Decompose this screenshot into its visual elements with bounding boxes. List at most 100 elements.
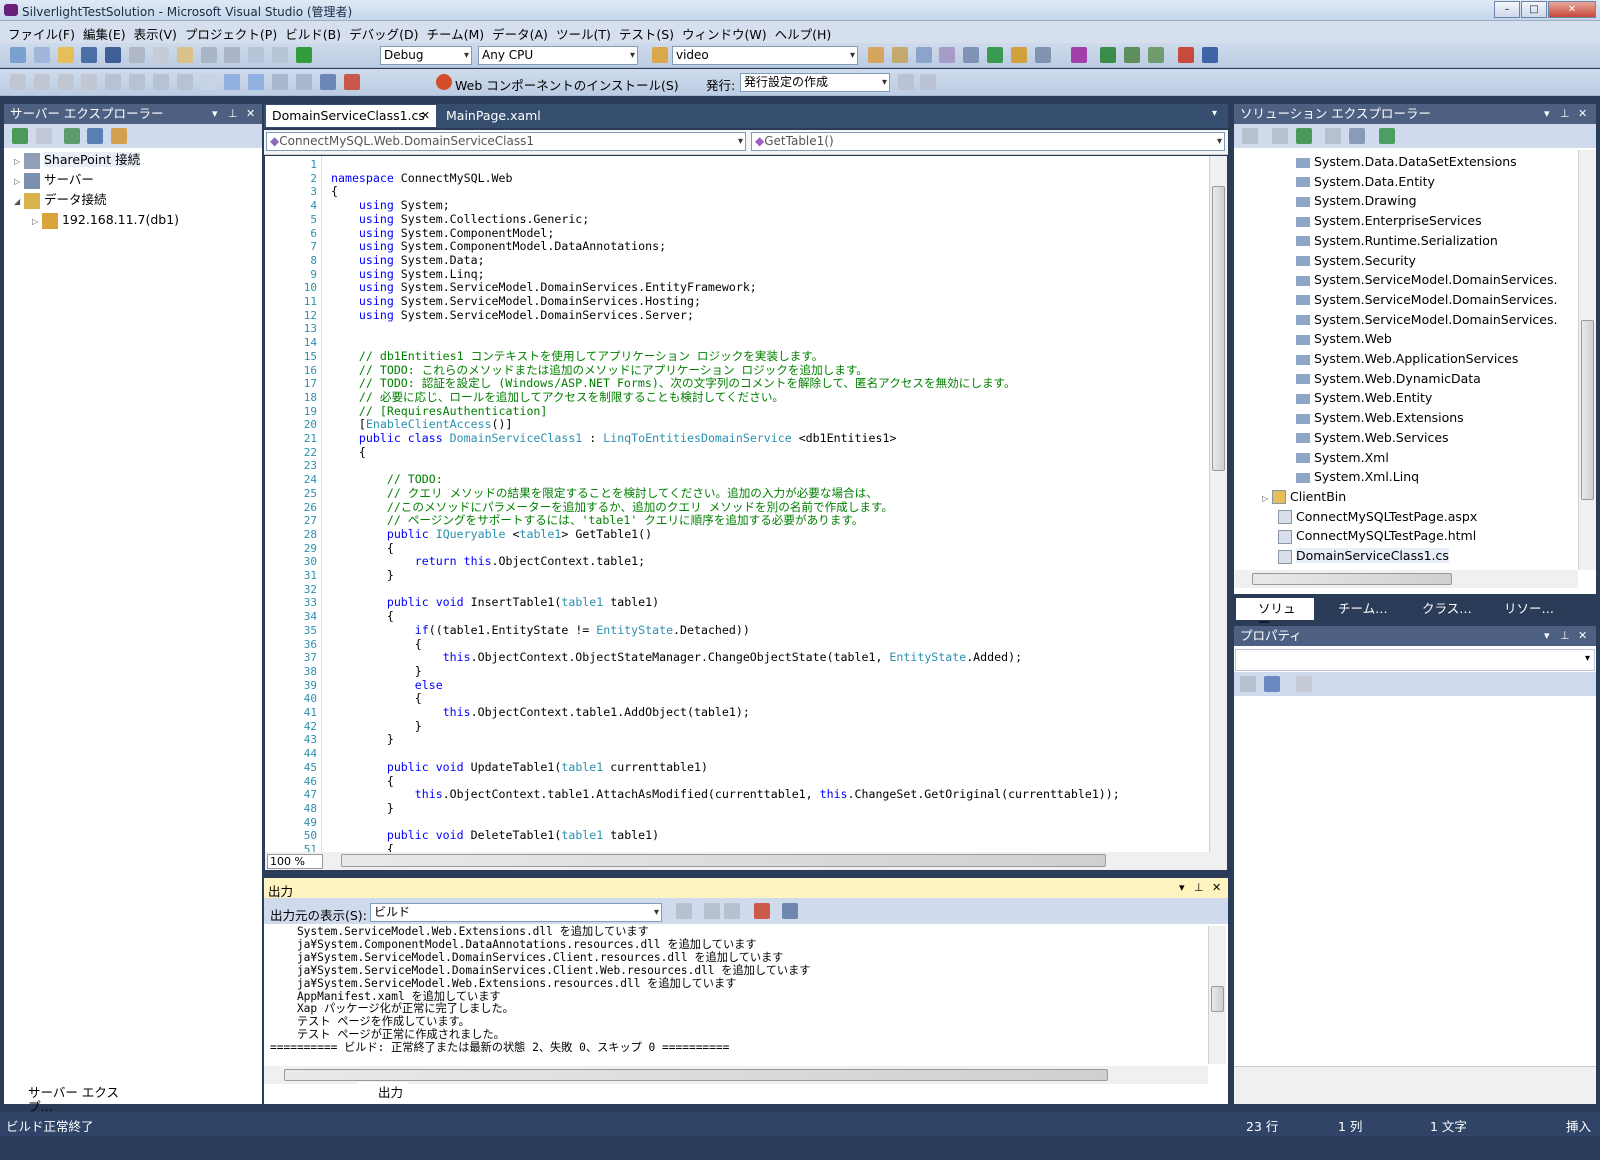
file-item[interactable]: DomainServiceClass1.cs <box>1278 548 1449 564</box>
scroll-thumb[interactable] <box>1211 986 1224 1012</box>
editor-vertical-scrollbar[interactable] <box>1209 156 1227 862</box>
close-icon[interactable]: ✕ <box>1578 107 1587 121</box>
cut-icon[interactable] <box>129 47 146 63</box>
previous-bookmark-folder-icon[interactable] <box>272 74 289 90</box>
tab-solution[interactable]: ソリュー… <box>1236 598 1314 630</box>
tab-server-explorer[interactable]: サーバー エクスプ… <box>6 1082 146 1114</box>
properties-object-combo[interactable]: ▾ <box>1235 649 1595 671</box>
tab-error-list[interactable]: エラー一覧 <box>270 1082 357 1104</box>
reference-item[interactable]: System.Data.Entity <box>1296 174 1435 190</box>
test-icon[interactable] <box>1070 47 1087 63</box>
dropdown-icon[interactable]: ▾ <box>212 107 218 121</box>
save-icon[interactable] <box>81 47 98 63</box>
alphabetical-icon[interactable] <box>1263 676 1280 692</box>
solution-config-combo[interactable]: Debug <box>380 46 472 65</box>
close-icon[interactable]: ✕ <box>1212 881 1221 894</box>
clear-all-icon[interactable] <box>754 903 770 919</box>
reference-item[interactable]: System.Web.ApplicationServices <box>1296 351 1518 367</box>
folder-item[interactable]: ▷ ClientBin <box>1262 489 1346 507</box>
new-project-icon[interactable] <box>10 47 26 63</box>
find-combo[interactable]: video <box>672 46 858 65</box>
tree-item-data-connections[interactable]: ◢ データ接続 <box>14 192 107 210</box>
maximize-button[interactable]: □ <box>1521 1 1547 18</box>
scroll-thumb[interactable] <box>1581 320 1594 500</box>
solution-horizontal-scrollbar[interactable] <box>1234 570 1578 588</box>
type-combo[interactable]: ◆ConnectMySQL.Web.DomainServiceClass1 <box>266 132 746 151</box>
start-debug-icon[interactable] <box>295 47 312 63</box>
view-designer-icon[interactable] <box>1349 128 1366 144</box>
tab-class[interactable]: クラス… <box>1402 598 1476 620</box>
reference-item[interactable]: System.Xml <box>1296 450 1389 466</box>
next-bookmark-folder-icon[interactable] <box>295 74 312 90</box>
tab-mainpage[interactable]: MainPage.xaml <box>440 105 550 127</box>
bookmark-window-icon[interactable] <box>319 74 336 90</box>
reference-item[interactable]: System.Data.DataSetExtensions <box>1296 154 1517 170</box>
file-item[interactable]: ConnectMySQLTestPage.html <box>1278 528 1476 544</box>
pin-icon[interactable]: ⊥ <box>1560 107 1570 121</box>
property-pages-icon[interactable] <box>1295 676 1312 692</box>
copy-icon[interactable] <box>152 47 169 63</box>
close-tab-icon[interactable]: ✕ <box>421 108 430 123</box>
uncomment-icon[interactable] <box>176 74 193 90</box>
scroll-thumb[interactable] <box>284 1069 1108 1081</box>
reference-item[interactable]: System.Web <box>1296 331 1392 347</box>
pin-icon[interactable]: ⊥ <box>1194 881 1204 894</box>
minimize-button[interactable]: – <box>1494 1 1520 18</box>
save-all-icon[interactable] <box>105 47 122 63</box>
class-view-icon[interactable] <box>1010 47 1027 63</box>
next-bookmark-icon[interactable] <box>248 74 265 90</box>
refresh-icon[interactable] <box>1295 128 1312 144</box>
reference-item[interactable]: System.Xml.Linq <box>1296 469 1419 485</box>
reference-item[interactable]: System.EnterpriseServices <box>1296 213 1482 229</box>
reference-item[interactable]: System.Drawing <box>1296 193 1417 209</box>
decrease-indent-icon[interactable] <box>105 74 122 90</box>
tab-output[interactable]: 出力 <box>358 1082 408 1104</box>
next-message-icon[interactable] <box>724 903 740 919</box>
find-message-icon[interactable] <box>676 903 692 919</box>
connect-server-icon[interactable] <box>87 128 104 144</box>
stop-icon[interactable] <box>35 128 52 144</box>
solution-explorer-icon[interactable] <box>868 47 884 63</box>
connect-database-icon[interactable] <box>63 128 80 144</box>
reference-item[interactable]: System.Web.Entity <box>1296 390 1432 406</box>
dependency-icon[interactable] <box>1148 47 1165 63</box>
file-item[interactable]: ConnectMySQLTestPage.aspx <box>1278 509 1477 525</box>
word-completion-icon[interactable] <box>81 74 98 90</box>
horizontal-scroll-thumb[interactable] <box>341 854 1106 867</box>
dropdown-icon[interactable]: ▾ <box>1544 107 1550 121</box>
tab-domainserviceclass1[interactable]: DomainServiceClass1.cs ✕ <box>266 105 436 127</box>
parameter-info-icon[interactable] <box>33 74 50 90</box>
toggle-bookmark-icon[interactable] <box>200 74 217 90</box>
solution-platform-combo[interactable]: Any CPU <box>478 46 638 65</box>
zoom-combo[interactable]: 100 % <box>267 854 323 869</box>
open-file-icon[interactable] <box>57 47 74 63</box>
pin-icon[interactable]: ⊥ <box>1560 629 1570 643</box>
reference-item[interactable]: System.Security <box>1296 253 1416 269</box>
format-icon[interactable] <box>1201 47 1218 63</box>
pin-icon[interactable]: ⊥ <box>228 107 238 121</box>
object-browser-icon[interactable] <box>915 47 932 63</box>
tree-item-servers[interactable]: ▷ サーバー <box>14 172 94 190</box>
dropdown-icon[interactable]: ▾ <box>1544 629 1550 643</box>
active-files-dropdown-icon[interactable]: ▾ <box>1212 108 1217 119</box>
reference-item[interactable]: System.ServiceModel.DomainServices. <box>1296 292 1557 308</box>
close-icon[interactable]: ✕ <box>1578 629 1587 643</box>
tab-find-results[interactable]: 検索結果 1 <box>414 1082 500 1104</box>
close-window-button[interactable]: ✕ <box>1548 1 1596 18</box>
find-in-files-icon[interactable] <box>652 47 668 63</box>
word-wrap-icon[interactable] <box>782 903 798 919</box>
previous-bookmark-icon[interactable] <box>224 74 241 90</box>
close-icon[interactable]: ✕ <box>246 107 255 121</box>
publish-icon[interactable] <box>898 74 914 90</box>
navigate-forward-icon[interactable] <box>272 47 289 63</box>
web-component-install-button[interactable]: Web コンポーネントのインストール(S) <box>455 75 679 94</box>
navigate-back-icon[interactable] <box>248 47 265 63</box>
toolbox-icon[interactable] <box>939 47 956 63</box>
reference-item[interactable]: System.Runtime.Serialization <box>1296 233 1498 249</box>
publish-settings-icon[interactable] <box>920 74 936 90</box>
tree-item-db-connection[interactable]: ▷ 192.168.11.7(db1) <box>32 212 179 230</box>
clear-bookmarks-icon[interactable] <box>343 74 360 90</box>
layer-icon[interactable] <box>1124 47 1141 63</box>
extension-icon[interactable] <box>987 47 1004 63</box>
tree-item-sharepoint[interactable]: ▷ SharePoint 接続 <box>14 152 141 170</box>
